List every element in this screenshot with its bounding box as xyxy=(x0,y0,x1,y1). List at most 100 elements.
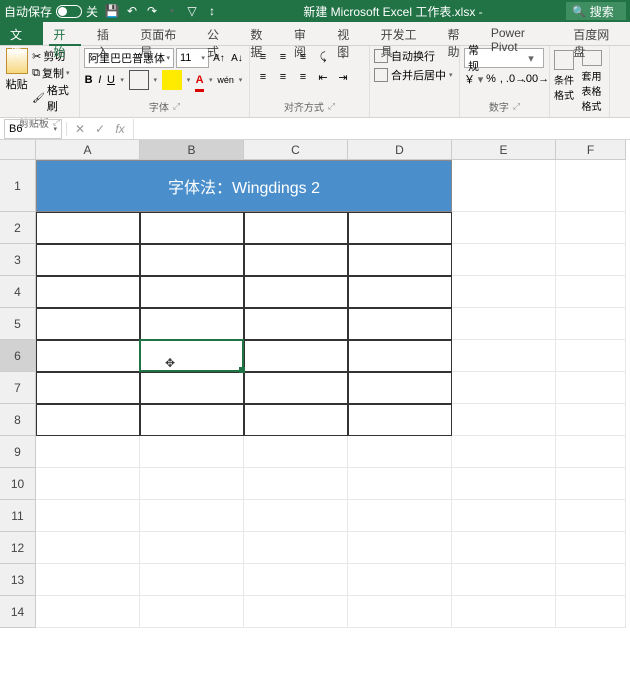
align-center-button[interactable]: ≡ xyxy=(274,68,292,86)
tab-百度网盘[interactable]: 百度网盘 xyxy=(563,22,630,45)
cell[interactable] xyxy=(36,436,140,468)
tab-公式[interactable]: 公式 xyxy=(197,22,240,45)
table-cell[interactable] xyxy=(348,308,452,340)
table-cell[interactable] xyxy=(348,244,452,276)
tab-审阅[interactable]: 审阅 xyxy=(284,22,327,45)
tab-数据[interactable]: 数据 xyxy=(240,22,283,45)
cell[interactable] xyxy=(452,468,556,500)
cond-format-button[interactable]: 条件格式 xyxy=(554,50,574,113)
cell[interactable] xyxy=(556,160,626,212)
col-header-D[interactable]: D xyxy=(348,140,452,160)
italic-button[interactable]: I xyxy=(95,70,104,90)
row-header-11[interactable]: 11 xyxy=(0,500,36,532)
orient-button[interactable]: ⤹ xyxy=(314,48,332,66)
row-header-10[interactable]: 10 xyxy=(0,468,36,500)
row-header-4[interactable]: 4 xyxy=(0,276,36,308)
cell[interactable] xyxy=(140,564,244,596)
currency-button[interactable]: ￥ xyxy=(464,70,475,88)
cell[interactable] xyxy=(36,468,140,500)
enter-formula-button[interactable]: ✓ xyxy=(91,122,109,136)
cell[interactable] xyxy=(556,468,626,500)
table-cell[interactable] xyxy=(140,244,244,276)
table-cell[interactable] xyxy=(36,340,140,372)
cell[interactable] xyxy=(244,596,348,628)
cell[interactable] xyxy=(556,404,626,436)
tab-插入[interactable]: 插入 xyxy=(87,22,130,45)
tab-开始[interactable]: 开始 xyxy=(43,22,86,45)
table-cell[interactable] xyxy=(348,212,452,244)
autosave-toggle[interactable]: 自动保存 关 xyxy=(4,3,98,20)
tab-页面布局[interactable]: 页面布局 xyxy=(130,22,197,45)
table-cell[interactable] xyxy=(244,404,348,436)
sort-icon[interactable]: ↕ xyxy=(204,3,220,19)
font-size-select[interactable]: 11▾ xyxy=(176,48,209,68)
cell[interactable] xyxy=(140,436,244,468)
cell[interactable] xyxy=(348,468,452,500)
table-cell[interactable] xyxy=(244,340,348,372)
table-cell[interactable] xyxy=(36,276,140,308)
tab-开发工具[interactable]: 开发工具 xyxy=(371,22,438,45)
table-cell[interactable] xyxy=(244,372,348,404)
table-cell[interactable] xyxy=(140,276,244,308)
row-header-13[interactable]: 13 xyxy=(0,564,36,596)
cell[interactable] xyxy=(452,372,556,404)
cancel-formula-button[interactable]: ✕ xyxy=(71,122,89,136)
cell[interactable] xyxy=(244,564,348,596)
cell[interactable] xyxy=(556,372,626,404)
bold-button[interactable]: B xyxy=(84,70,93,90)
merged-header-cell[interactable]: 字体法：Wingdings 2 xyxy=(36,160,452,212)
cell[interactable] xyxy=(36,596,140,628)
table-cell[interactable] xyxy=(36,212,140,244)
fill-handle[interactable] xyxy=(239,367,245,373)
launcher-icon[interactable]: ⤢ xyxy=(513,101,520,112)
underline-button[interactable]: U xyxy=(106,70,115,90)
table-cell[interactable] xyxy=(348,404,452,436)
copy-button[interactable]: 复制 ▾ xyxy=(32,65,75,81)
cell[interactable] xyxy=(452,244,556,276)
dec-dec-button[interactable]: .00→ xyxy=(527,70,545,88)
cell[interactable] xyxy=(348,596,452,628)
merge-button[interactable]: 合并后居中 ▾ xyxy=(374,67,455,83)
tab-帮助[interactable]: 帮助 xyxy=(437,22,480,45)
painter-button[interactable]: 格式刷 xyxy=(32,82,75,114)
table-cell[interactable] xyxy=(140,404,244,436)
align-right-button[interactable]: ≡ xyxy=(294,68,312,86)
cell[interactable] xyxy=(348,532,452,564)
row-header-6[interactable]: 6 xyxy=(0,340,36,372)
table-cell[interactable] xyxy=(348,340,452,372)
table-cell[interactable] xyxy=(244,276,348,308)
row-header-14[interactable]: 14 xyxy=(0,596,36,628)
qat-dd-icon[interactable]: ▾ xyxy=(164,3,180,19)
cell[interactable] xyxy=(140,532,244,564)
cell[interactable] xyxy=(348,500,452,532)
tab-文件[interactable]: 文件 xyxy=(0,22,43,45)
table-cell[interactable] xyxy=(244,244,348,276)
cell[interactable] xyxy=(36,500,140,532)
col-header-A[interactable]: A xyxy=(36,140,140,160)
table-cell[interactable] xyxy=(36,404,140,436)
row-header-7[interactable]: 7 xyxy=(0,372,36,404)
cell[interactable] xyxy=(348,436,452,468)
col-header-E[interactable]: E xyxy=(452,140,556,160)
table-cell[interactable] xyxy=(140,372,244,404)
save-icon[interactable]: 💾 xyxy=(104,3,120,19)
cell[interactable] xyxy=(556,436,626,468)
cell[interactable] xyxy=(452,596,556,628)
table-cell[interactable] xyxy=(36,244,140,276)
cell[interactable] xyxy=(244,500,348,532)
select-all-corner[interactable] xyxy=(0,140,36,160)
table-cell[interactable] xyxy=(244,212,348,244)
cell[interactable] xyxy=(140,468,244,500)
cell[interactable] xyxy=(556,564,626,596)
tab-Power Pivot[interactable]: Power Pivot xyxy=(481,22,563,45)
table-cell[interactable] xyxy=(36,372,140,404)
redo-icon[interactable]: ↷ xyxy=(144,3,160,19)
formula-input[interactable] xyxy=(133,119,630,139)
cell[interactable] xyxy=(556,596,626,628)
table-cell[interactable] xyxy=(140,308,244,340)
cell[interactable] xyxy=(556,212,626,244)
cell[interactable] xyxy=(556,500,626,532)
cell[interactable] xyxy=(556,244,626,276)
cell[interactable] xyxy=(556,532,626,564)
table-cell[interactable] xyxy=(140,212,244,244)
